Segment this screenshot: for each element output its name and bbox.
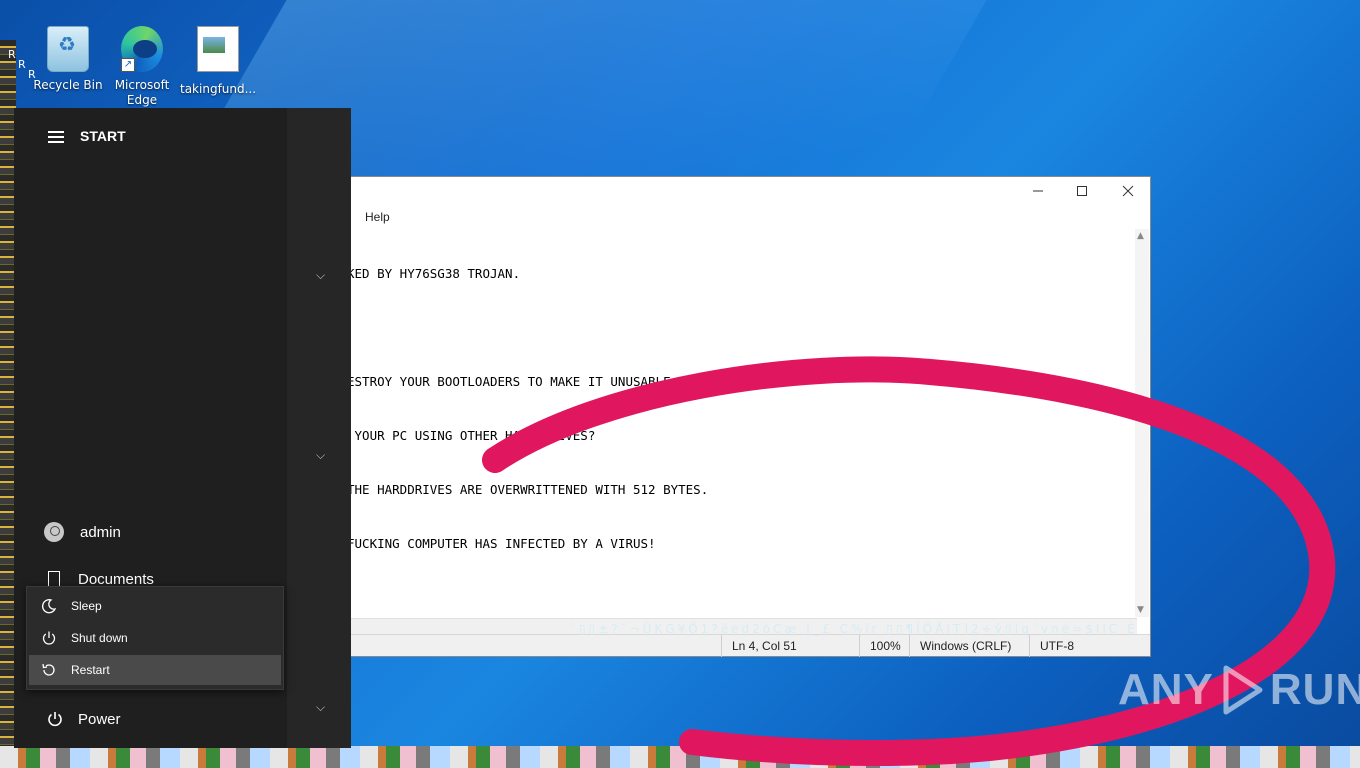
documents-label: Documents	[78, 570, 154, 588]
scroll-down-icon[interactable]: ▼	[1137, 605, 1144, 615]
notepad-text-area[interactable]: KED BY HY76SG38 TROJAN. ESTROY YOUR BOOT…	[347, 229, 1127, 615]
play-triangle-icon	[1223, 665, 1263, 715]
desktop-icon-label: Microsoft Edge	[114, 78, 170, 107]
glitch-strip-bottom	[0, 746, 1360, 768]
close-button[interactable]	[1113, 181, 1143, 203]
notepad-window[interactable]: w Help KED BY HY76SG38 TROJAN. ESTROY YO…	[300, 176, 1151, 657]
glitch-letter: R	[18, 58, 26, 71]
desktop-icon-recycle-bin[interactable]: Recycle Bin	[30, 26, 106, 93]
desktop-icon-label: Recycle Bin	[33, 78, 103, 92]
power-options-menu: Sleep Shut down Restart	[26, 586, 284, 690]
vertical-scrollbar[interactable]: ▲ ▼	[1135, 229, 1149, 617]
maximize-icon	[1077, 186, 1087, 196]
restart-button[interactable]: Restart	[29, 655, 281, 685]
chevron-down-icon[interactable]: ⌵	[316, 268, 325, 283]
user-avatar-icon	[44, 522, 64, 542]
scroll-up-icon[interactable]: ▲	[1137, 231, 1144, 241]
start-item-user[interactable]: admin	[44, 522, 121, 542]
close-icon	[1122, 185, 1134, 197]
minimize-icon	[1033, 190, 1043, 192]
status-zoom: 100%	[859, 635, 901, 657]
text-line: THE HARDDRIVES ARE OVERWRITTENED WITH 51…	[347, 482, 709, 497]
user-name: admin	[80, 523, 121, 541]
shutdown-button[interactable]: Shut down	[29, 623, 281, 653]
glitch-letter: R	[8, 48, 16, 61]
chevron-down-icon[interactable]: ⌵	[316, 448, 325, 463]
notepad-statusbar: Ln 4, Col 51 100% Windows (CRLF) UTF-8	[301, 634, 1150, 657]
text-line: YOUR PC USING OTHER HARD DRIVES?	[347, 428, 596, 443]
desktop-icon-edge[interactable]: ↗ Microsoft Edge	[104, 26, 180, 108]
moon-icon	[42, 599, 57, 614]
power-icon	[42, 631, 56, 645]
status-position: Ln 4, Col 51	[721, 635, 797, 657]
status-line-ending: Windows (CRLF)	[909, 635, 1011, 657]
recycle-bin-icon	[47, 26, 89, 72]
menu-help[interactable]: Help	[365, 210, 390, 224]
text-line: FUCKING COMPUTER HAS INFECTED BY A VIRUS…	[347, 536, 656, 551]
sleep-button[interactable]: Sleep	[29, 591, 281, 621]
minimize-button[interactable]	[1023, 181, 1053, 203]
image-file-icon	[197, 26, 239, 72]
text-line: KED BY HY76SG38 TROJAN.	[347, 266, 521, 281]
text-line: ESTROY YOUR BOOTLOADERS TO MAKE IT UNUSA…	[347, 374, 671, 389]
status-encoding: UTF-8	[1029, 635, 1074, 657]
start-item-power[interactable]: Power	[44, 710, 121, 728]
document-icon	[48, 571, 60, 587]
watermark-text-right: RUN	[1269, 665, 1360, 714]
start-tiles-column	[287, 108, 351, 748]
watermark-text-left: ANY	[1118, 665, 1214, 714]
text-line	[347, 319, 1127, 337]
restart-label: Restart	[71, 663, 110, 677]
desktop-icon-label: takingfund...	[180, 82, 257, 96]
restart-icon	[42, 663, 55, 676]
desktop-icon-file[interactable]: takingfund...	[180, 26, 256, 97]
shutdown-label: Shut down	[71, 631, 128, 645]
sleep-label: Sleep	[71, 599, 102, 613]
hamburger-menu-icon[interactable]	[48, 131, 64, 143]
shortcut-arrow-icon: ↗	[121, 58, 135, 72]
power-icon	[48, 712, 62, 727]
edge-browser-icon: ↗	[121, 26, 163, 72]
garbled-glitch-text: `▯▯±?¯¬ÜKG¥Ö1?ëed2òCæ |_£ Ç%ïr ▯▯¶ÎÖÅIT]…	[570, 622, 1138, 636]
notepad-titlebar[interactable]	[301, 177, 1150, 207]
chevron-down-icon[interactable]: ⌵	[316, 700, 325, 715]
power-label: Power	[78, 710, 121, 728]
maximize-button[interactable]	[1067, 181, 1097, 203]
start-header: START	[80, 128, 126, 144]
anyrun-watermark: ANY RUN	[1118, 664, 1360, 716]
